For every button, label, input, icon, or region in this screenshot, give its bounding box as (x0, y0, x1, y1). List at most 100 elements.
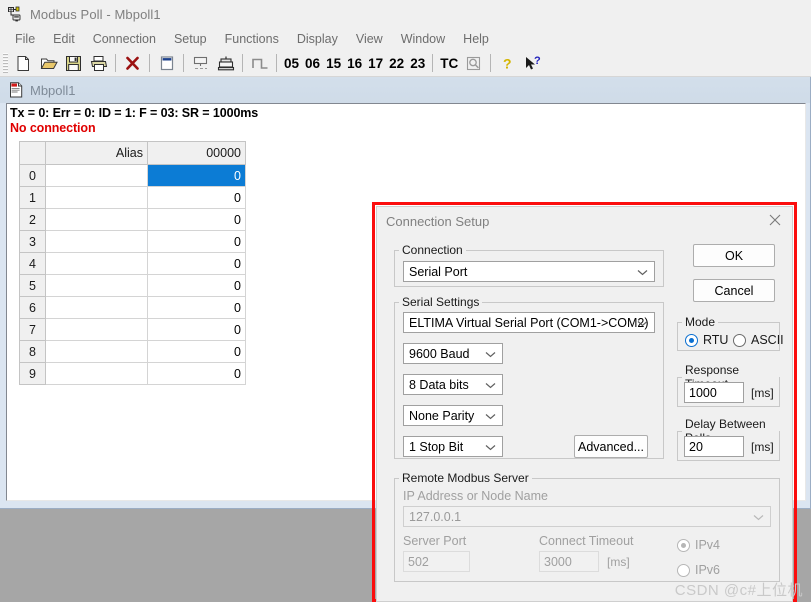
radio-mode-rtu[interactable]: RTU (685, 333, 728, 347)
row-alias[interactable] (45, 362, 148, 385)
row-index[interactable]: 4 (19, 252, 46, 275)
row-alias[interactable] (45, 274, 148, 297)
stop-bits-value: 1 Stop Bit (409, 439, 464, 454)
pulse-signal-icon[interactable] (247, 52, 272, 75)
row-value[interactable]: 0 (147, 186, 246, 209)
row-value[interactable]: 0 (147, 274, 246, 297)
header-alias[interactable]: Alias (45, 141, 148, 165)
row-value[interactable]: 0 (147, 340, 246, 363)
serial-port-value: ELTIMA Virtual Serial Port (COM1->COM2) (409, 315, 649, 330)
table-row[interactable]: 7 0 (19, 318, 246, 341)
row-alias[interactable] (45, 164, 148, 187)
row-index[interactable]: 5 (19, 274, 46, 297)
row-index[interactable]: 1 (19, 186, 46, 209)
menu-setup[interactable]: Setup (165, 30, 216, 48)
baud-rate-combo[interactable]: 9600 Baud (403, 343, 503, 364)
function-code-15[interactable]: 15 (323, 56, 344, 71)
row-value[interactable]: 0 (147, 318, 246, 341)
function-code-06[interactable]: 06 (302, 56, 323, 71)
table-row[interactable]: 2 0 (19, 208, 246, 231)
save-disk-icon[interactable] (61, 52, 86, 75)
tc-button[interactable]: TC (437, 56, 461, 71)
help-question-icon[interactable]: ? (495, 52, 520, 75)
function-code-16[interactable]: 16 (344, 56, 365, 71)
new-document-icon[interactable] (11, 52, 36, 75)
table-row[interactable]: 4 0 (19, 252, 246, 275)
mode-group-legend: Mode (685, 315, 716, 329)
table-row[interactable]: 9 0 (19, 362, 246, 385)
register-table-body: 0 0 1 0 2 0 3 0 4 0 5 0 6 0 7 0 8 0 9 0 (19, 164, 246, 385)
cancel-button[interactable]: Cancel (693, 279, 775, 302)
row-value[interactable]: 0 (147, 362, 246, 385)
row-index[interactable]: 0 (19, 164, 46, 187)
menu-window[interactable]: Window (392, 30, 454, 48)
parity-value: None Parity (409, 408, 475, 423)
serial-port-combo[interactable]: ELTIMA Virtual Serial Port (COM1->COM2) (403, 312, 655, 333)
server-port-input[interactable]: 502 (403, 551, 470, 572)
row-value[interactable]: 0 (147, 208, 246, 231)
tc-magnifier-icon[interactable] (461, 52, 486, 75)
row-index[interactable]: 7 (19, 318, 46, 341)
table-row[interactable]: 1 0 (19, 186, 246, 209)
connection-type-combo[interactable]: Serial Port (403, 261, 655, 282)
ok-button[interactable]: OK (693, 244, 775, 267)
row-alias[interactable] (45, 208, 148, 231)
function-code-22[interactable]: 22 (386, 56, 407, 71)
row-value[interactable]: 0 (147, 164, 246, 187)
row-index[interactable]: 8 (19, 340, 46, 363)
table-row[interactable]: 5 0 (19, 274, 246, 297)
menu-edit[interactable]: Edit (44, 30, 84, 48)
window-titlebar: Modbus Poll - Mbpoll1 (0, 0, 811, 28)
radio-ipv4[interactable]: IPv4 (677, 538, 720, 552)
menu-help[interactable]: Help (454, 30, 498, 48)
row-alias[interactable] (45, 230, 148, 253)
connect-timeout-input[interactable]: 3000 (539, 551, 599, 572)
header-address-00000[interactable]: 00000 (147, 141, 246, 165)
disconnect-x-icon[interactable] (120, 52, 145, 75)
row-index[interactable]: 9 (19, 362, 46, 385)
header-corner[interactable] (19, 141, 46, 165)
toolbar-grip[interactable] (3, 53, 8, 73)
row-value[interactable]: 0 (147, 252, 246, 275)
menu-display[interactable]: Display (288, 30, 347, 48)
row-alias[interactable] (45, 296, 148, 319)
row-index[interactable]: 2 (19, 208, 46, 231)
modbus-device-icon[interactable] (213, 52, 238, 75)
function-code-23[interactable]: 23 (407, 56, 428, 71)
menu-connection[interactable]: Connection (84, 30, 165, 48)
delay-between-polls-input[interactable]: 20 (684, 436, 744, 457)
row-alias[interactable] (45, 186, 148, 209)
stop-bits-combo[interactable]: 1 Stop Bit (403, 436, 503, 457)
menu-file[interactable]: File (6, 30, 44, 48)
row-index[interactable]: 6 (19, 296, 46, 319)
table-row[interactable]: 8 0 (19, 340, 246, 363)
data-bits-combo[interactable]: 8 Data bits (403, 374, 503, 395)
ip-address-combo[interactable]: 127.0.0.1 (403, 506, 771, 527)
radio-ipv6[interactable]: IPv6 (677, 563, 720, 577)
row-alias[interactable] (45, 318, 148, 341)
watermark-text: CSDN @c#上位机 (674, 582, 803, 599)
open-folder-icon[interactable] (36, 52, 61, 75)
advanced-button[interactable]: Advanced... (574, 435, 648, 458)
response-timeout-input[interactable]: 1000 (684, 382, 744, 403)
row-alias[interactable] (45, 252, 148, 275)
table-row[interactable]: 0 0 (19, 164, 246, 187)
close-icon[interactable] (758, 207, 792, 233)
menu-view[interactable]: View (347, 30, 392, 48)
table-row[interactable]: 6 0 (19, 296, 246, 319)
toolbar-separator (149, 54, 150, 72)
print-icon[interactable] (86, 52, 111, 75)
read-write-definition-icon[interactable] (188, 52, 213, 75)
row-value[interactable]: 0 (147, 296, 246, 319)
row-index[interactable]: 3 (19, 230, 46, 253)
row-alias[interactable] (45, 340, 148, 363)
row-value[interactable]: 0 (147, 230, 246, 253)
parity-combo[interactable]: None Parity (403, 405, 503, 426)
radio-mode-ascii[interactable]: ASCII (733, 333, 784, 347)
function-code-05[interactable]: 05 (281, 56, 302, 71)
function-code-17[interactable]: 17 (365, 56, 386, 71)
table-row[interactable]: 3 0 (19, 230, 246, 253)
window-icon[interactable] (154, 52, 179, 75)
context-help-arrow-icon[interactable]: ? (520, 52, 545, 75)
menu-functions[interactable]: Functions (216, 30, 288, 48)
